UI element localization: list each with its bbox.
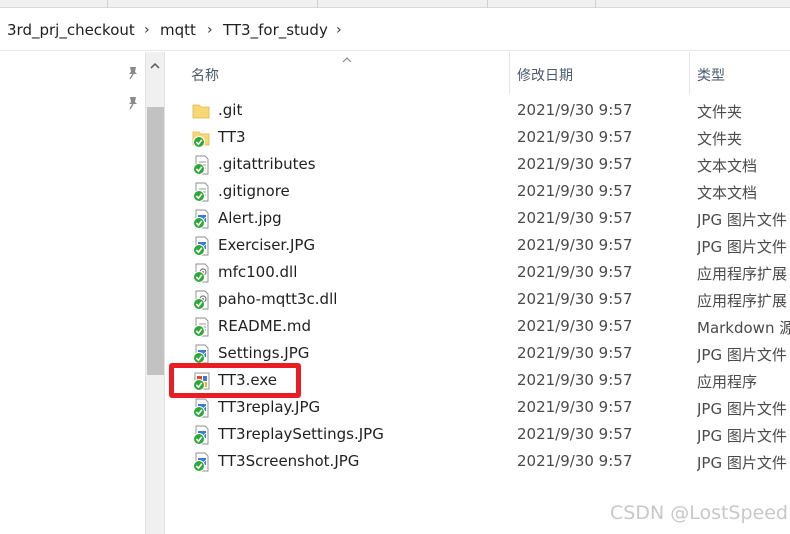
file-type: 文本文档 [697,184,758,202]
navigation-pane [0,52,145,534]
file-name: TT3replay.JPG [218,398,321,416]
breadcrumb-chevron-icon[interactable]: › [336,20,342,40]
file-name: .gitattributes [218,155,316,173]
file-row[interactable]: TT3Screenshot.JPG 2021/9/30 9:57 JPG 图片文件 [166,448,790,475]
file-list: 名称 修改日期 类型 .git 2021/9/30 9:57 文件夹 TT3 2021/… [166,52,790,534]
pin-icon[interactable] [126,66,140,80]
breadcrumb-chevron-icon[interactable]: › [144,20,150,40]
vertical-scrollbar[interactable] [145,52,165,534]
file-name: Settings.JPG [218,344,310,362]
file-name: TT3 [218,128,246,146]
file-type: JPG 图片文件 [697,346,787,364]
breadcrumb-chevron-icon[interactable]: › [207,20,213,40]
top-strip-segment [0,0,108,8]
file-row[interactable]: TT3replay.JPG 2021/9/30 9:57 JPG 图片文件 [166,394,790,421]
text-file-synced-icon [192,182,210,202]
column-header-name-label: 名称 [191,68,219,84]
file-row[interactable]: .gitattributes 2021/9/30 9:57 文本文档 [166,151,790,178]
folder-synced-icon [192,128,210,148]
file-type: JPG 图片文件 [697,427,787,445]
text-file-synced-icon [192,155,210,175]
file-date-modified: 2021/9/30 9:57 [517,209,633,227]
file-type: Markdown 源 [697,319,790,337]
file-date-modified: 2021/9/30 9:57 [517,371,633,389]
image-file-synced-icon [192,452,210,472]
file-date-modified: 2021/9/30 9:57 [517,398,633,416]
file-row[interactable]: Exerciser.JPG 2021/9/30 9:57 JPG 图片文件 [166,232,790,259]
top-strip [0,0,790,8]
file-row[interactable]: README.md 2021/9/30 9:57 Markdown 源 [166,313,790,340]
file-type: JPG 图片文件 [697,238,787,256]
annotation-highlight-box [169,363,301,398]
file-row[interactable]: paho-mqtt3c.dll 2021/9/30 9:57 应用程序扩展 [166,286,790,313]
image-file-synced-icon [192,344,210,364]
file-row[interactable]: TT3replaySettings.JPG 2021/9/30 9:57 JPG 图… [166,421,790,448]
image-file-synced-icon [192,209,210,229]
column-header-type[interactable]: 类型 [690,52,790,94]
scroll-up-arrow-icon[interactable] [146,58,164,74]
column-header-type-label: 类型 [697,68,725,84]
file-name: mfc100.dll [218,263,298,281]
file-date-modified: 2021/9/30 9:57 [517,128,633,146]
image-file-synced-icon [192,236,210,256]
image-file-synced-icon [192,425,210,445]
file-name: .git [218,101,243,119]
file-date-modified: 2021/9/30 9:57 [517,425,633,443]
file-date-modified: 2021/9/30 9:57 [517,317,633,335]
file-date-modified: 2021/9/30 9:57 [517,452,633,470]
file-date-modified: 2021/9/30 9:57 [517,263,633,281]
file-type: 文本文档 [697,157,758,175]
folder-icon [192,101,210,121]
file-type: 文件夹 [697,130,743,148]
file-date-modified: 2021/9/30 9:57 [517,101,633,119]
file-row[interactable]: mfc100.dll 2021/9/30 9:57 应用程序扩展 [166,259,790,286]
column-header-date-label: 修改日期 [517,68,573,84]
file-type: JPG 图片文件 [697,400,787,418]
breadcrumb-item-3rd-prj-checkout[interactable]: 3rd_prj_checkout [7,20,135,40]
column-header-name[interactable]: 名称 [166,52,509,94]
file-row[interactable]: TT3 2021/9/30 9:57 文件夹 [166,124,790,151]
file-type: JPG 图片文件 [697,454,787,472]
column-header-date[interactable]: 修改日期 [510,52,690,94]
file-row[interactable]: .git 2021/9/30 9:57 文件夹 [166,97,790,124]
file-type: 应用程序 [697,373,758,391]
file-row[interactable]: .gitignore 2021/9/30 9:57 文本文档 [166,178,790,205]
top-strip-segment [488,0,596,8]
text-file-synced-icon [192,317,210,337]
file-type: JPG 图片文件 [697,211,787,229]
breadcrumb-item-mqtt[interactable]: mqtt [160,20,196,40]
file-type: 应用程序扩展 [697,265,788,283]
scrollbar-thumb[interactable] [147,107,164,375]
dll-file-synced-icon [192,263,210,283]
file-name: paho-mqtt3c.dll [218,290,338,308]
sort-ascending-icon [342,57,352,63]
file-name: TT3replaySettings.JPG [218,425,384,443]
file-name: .gitignore [218,182,290,200]
file-type: 应用程序扩展 [697,292,788,310]
file-name: Exerciser.JPG [218,236,316,254]
file-type: 文件夹 [697,103,743,121]
file-date-modified: 2021/9/30 9:57 [517,236,633,254]
image-file-synced-icon [192,398,210,418]
breadcrumb: 3rd_prj_checkout › mqtt › TT3_for_study … [0,8,790,51]
file-date-modified: 2021/9/30 9:57 [517,182,633,200]
file-row[interactable]: Alert.jpg 2021/9/30 9:57 JPG 图片文件 [166,205,790,232]
top-strip-segment [108,0,318,8]
file-date-modified: 2021/9/30 9:57 [517,344,633,362]
file-date-modified: 2021/9/30 9:57 [517,290,633,308]
file-name: TT3Screenshot.JPG [218,452,360,470]
pin-icon[interactable] [126,96,140,110]
breadcrumb-item-tt3-for-study[interactable]: TT3_for_study [223,20,328,40]
dll-file-synced-icon [192,290,210,310]
file-date-modified: 2021/9/30 9:57 [517,155,633,173]
top-strip-segment [318,0,488,8]
watermark: CSDN @LostSpeed [610,502,788,524]
file-name: README.md [218,317,312,335]
file-name: Alert.jpg [218,209,282,227]
